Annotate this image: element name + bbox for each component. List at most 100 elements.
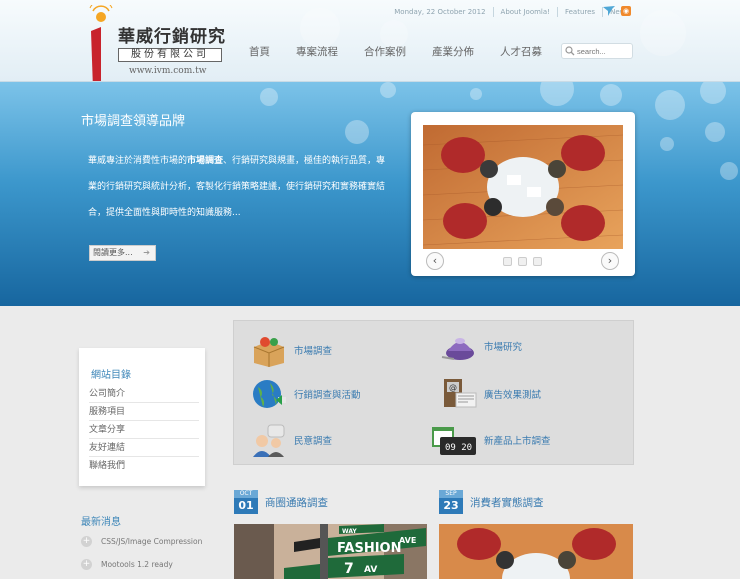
search-icon: [565, 46, 575, 56]
bokeh-decoration: [720, 162, 738, 180]
bokeh-decoration: [700, 82, 726, 104]
slider-next-button[interactable]: ›: [601, 252, 619, 270]
news-item-label: CSS/JS/Image Compression: [101, 537, 203, 546]
post-date-badge: OCT 01: [234, 490, 258, 514]
slider-dot[interactable]: [533, 257, 542, 266]
image-slider: ‹ ›: [411, 112, 635, 276]
news-item[interactable]: + CSS/JS/Image Compression: [81, 536, 202, 547]
sidebar-item-articles[interactable]: 文章分享: [89, 421, 199, 439]
directory-title: 網站目錄: [91, 370, 131, 381]
site-header: Monday, 22 October 2012 About Joomla! Fe…: [0, 0, 740, 82]
sign-text: WAY: [342, 528, 357, 535]
slider-prev-button[interactable]: ‹: [426, 252, 444, 270]
clock-text: 09 20: [445, 443, 472, 453]
nav-item-industries[interactable]: 產業分佈: [432, 44, 474, 59]
meeting-photo: [439, 524, 633, 579]
slide-image: [423, 125, 623, 249]
service-label: 民意調查: [294, 436, 333, 447]
slider-dot[interactable]: [503, 257, 512, 266]
slider-dot[interactable]: [518, 257, 527, 266]
globe-icon: [253, 380, 286, 408]
nav-item-home[interactable]: 首頁: [249, 44, 270, 59]
post-day: 23: [443, 499, 459, 512]
bokeh-decoration: [380, 82, 396, 98]
brand-name: 華威行銷研究: [118, 27, 226, 47]
sidebar-item-about[interactable]: 公司簡介: [89, 385, 199, 403]
post-title[interactable]: 商圈通路調查: [265, 495, 328, 510]
meeting-photo: [423, 125, 623, 249]
hero-title: 市場調查領導品牌: [81, 114, 186, 129]
twitter-icon[interactable]: [603, 6, 615, 16]
site-directory-box: 網站目錄 公司簡介 服務項目 文章分享 友好連結 聯絡我們: [79, 348, 205, 486]
plus-icon: +: [81, 559, 92, 570]
search-input[interactable]: [577, 46, 633, 56]
service-label: 行銷調查與活動: [294, 390, 361, 401]
sign-text: 7: [344, 561, 354, 577]
bokeh-decoration: [345, 120, 369, 144]
post-title[interactable]: 消費者實態調查: [470, 495, 544, 510]
sign-text: FASHION: [337, 541, 401, 556]
search-box: [561, 43, 633, 59]
service-ad-testing[interactable]: @ 廣告效果測試: [440, 377, 541, 411]
top-links: Monday, 22 October 2012 About Joomla! Fe…: [387, 7, 636, 17]
bokeh-decoration: [300, 8, 340, 48]
hero-text-part: 華威專注於消費性市場的: [88, 156, 188, 166]
post-month: SEP: [439, 490, 463, 498]
bokeh-decoration: [470, 88, 482, 100]
service-product-launch[interactable]: 09 20 新產品上市調查: [430, 423, 551, 457]
news-item-label: Mootools 1.2 ready: [101, 560, 173, 569]
brand-subtitle: 股份有限公司: [118, 48, 222, 62]
users-chat-icon: [253, 424, 285, 457]
bokeh-decoration: [655, 90, 685, 120]
post-month: OCT: [234, 490, 258, 498]
plus-icon: +: [81, 536, 92, 547]
nav-item-careers[interactable]: 人才召募: [500, 44, 542, 59]
box-icon: [253, 337, 285, 367]
hero-text-highlight: 市場調查: [187, 156, 224, 166]
service-marketing-events[interactable]: 行銷調查與活動: [250, 377, 361, 411]
post-header: OCT 01 商圈通路調查: [234, 490, 328, 514]
read-more-button[interactable]: 閱讀更多... ➔: [89, 245, 156, 261]
service-label: 新產品上市調查: [484, 436, 551, 447]
brand-url: www.ivm.com.tw: [129, 66, 207, 76]
about-joomla-link[interactable]: About Joomla!: [492, 7, 557, 17]
post-image[interactable]: WAY FASHION AVE 7 AV: [234, 524, 427, 579]
calendar-clock-icon: 09 20: [432, 427, 476, 455]
arrow-right-icon: ➔: [143, 248, 150, 257]
sidebar-item-links[interactable]: 友好連結: [89, 439, 199, 457]
bokeh-decoration: [260, 88, 278, 106]
latest-news-title: 最新消息: [81, 517, 121, 528]
news-item[interactable]: + Mootools 1.2 ready: [81, 559, 173, 570]
rss-icon[interactable]: ◉: [621, 6, 631, 16]
service-market-survey[interactable]: 市場調查: [250, 333, 332, 367]
post-header: SEP 23 消費者實態調查: [439, 490, 544, 514]
date-text: Monday, 22 October 2012: [394, 8, 486, 16]
service-label: 廣告效果測試: [484, 390, 542, 401]
hero-banner: 市場調查領導品牌 華威專注於消費性市場的市場調查、行銷研究與規畫，極佳的執行品質…: [0, 82, 740, 306]
post-day: 01: [238, 499, 254, 512]
phone-icon: [441, 338, 474, 360]
sign-text: AV: [364, 565, 377, 575]
service-public-opinion[interactable]: 民意調查: [250, 423, 332, 457]
bokeh-decoration: [540, 82, 574, 106]
nav-item-cases[interactable]: 合作案例: [364, 44, 406, 59]
contact-card-icon: @: [444, 379, 477, 408]
service-label: 市場調查: [294, 346, 333, 357]
features-link[interactable]: Features: [556, 7, 602, 17]
bokeh-decoration: [600, 84, 622, 106]
sign-text: AVE: [399, 536, 416, 545]
nav-item-process[interactable]: 專案流程: [296, 44, 338, 59]
bokeh-decoration: [660, 137, 674, 151]
hero-description: 華威專注於消費性市場的市場調查、行銷研究與規畫，極佳的執行品質，專業的行銷研究與…: [88, 148, 393, 226]
bokeh-decoration: [705, 122, 725, 142]
bokeh-decoration: [640, 10, 686, 56]
svg-text:@: @: [449, 383, 457, 392]
main-nav: 首頁 專案流程 合作案例 產業分佈 人才召募: [249, 44, 568, 59]
service-market-research[interactable]: 市場研究: [440, 329, 522, 363]
post-image[interactable]: [439, 524, 633, 579]
company-logo-icon: [89, 5, 113, 81]
street-sign-photo: WAY FASHION AVE 7 AV: [234, 524, 427, 579]
sidebar-item-contact[interactable]: 聯絡我們: [89, 457, 199, 475]
sidebar-item-services[interactable]: 服務項目: [89, 403, 199, 421]
post-date-badge: SEP 23: [439, 490, 463, 514]
